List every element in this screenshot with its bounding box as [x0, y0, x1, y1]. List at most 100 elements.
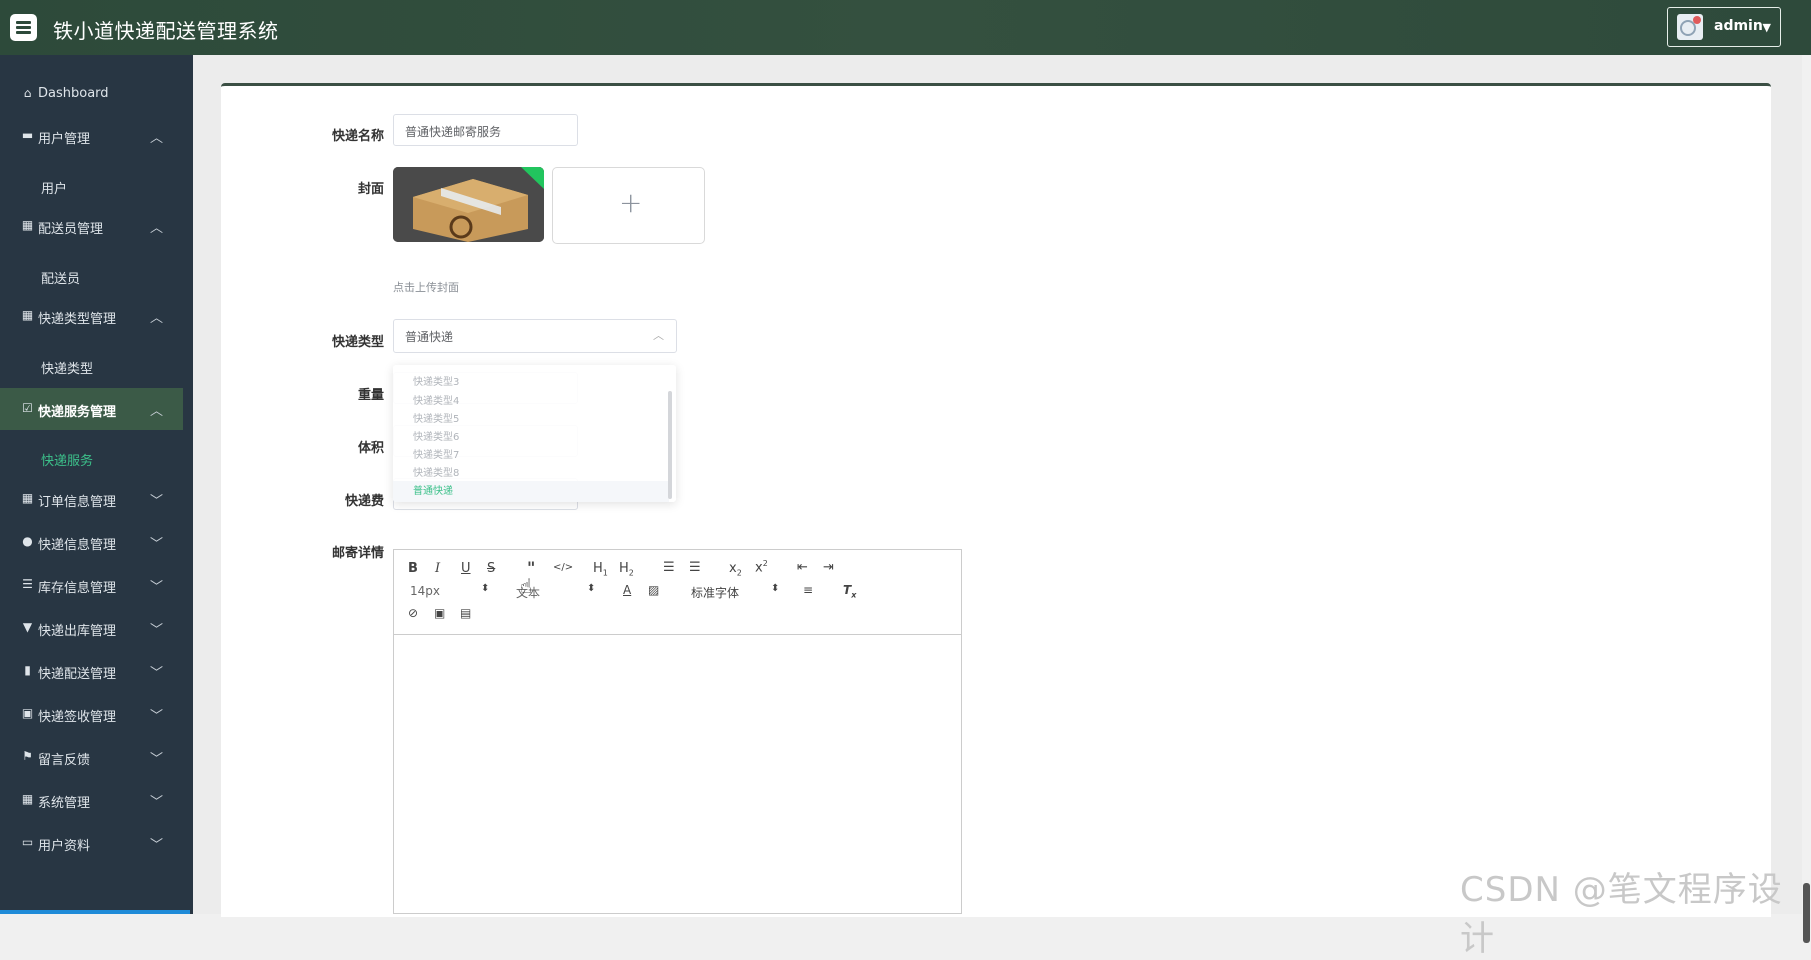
- username: admin: [1714, 18, 1763, 34]
- grid-icon: ▦: [21, 218, 34, 232]
- chevron-up-icon: ︿: [150, 221, 164, 236]
- sidebar-item-label: 用户管理: [38, 132, 91, 147]
- top-bar: 铁小道快递配送管理系统 admin ▼: [0, 0, 1811, 55]
- cover-image[interactable]: [393, 167, 544, 242]
- sidebar-sub-service[interactable]: 快递服务: [41, 450, 93, 469]
- font-size-select[interactable]: 14px: [410, 584, 440, 598]
- image-icon[interactable]: ▣: [434, 606, 445, 620]
- dropdown-option[interactable]: 快递类型7: [413, 446, 459, 461]
- home-icon: ⌂: [23, 86, 32, 100]
- chevron-down-icon: ﹀: [150, 537, 164, 552]
- type-select[interactable]: 普通快递 ︿: [393, 319, 677, 353]
- dropdown-option[interactable]: 快递类型5: [413, 410, 459, 425]
- sidebar-item-label: 快递信息管理: [38, 538, 117, 553]
- bullet-list-icon[interactable]: ☰: [689, 560, 701, 575]
- sidebar-item-label: 留言反馈: [38, 753, 91, 768]
- dropdown-option[interactable]: 快递类型6: [413, 428, 459, 443]
- chevron-down-icon: ﹀: [150, 623, 164, 638]
- code-icon[interactable]: </>: [553, 562, 573, 573]
- align-icon[interactable]: ≡: [803, 583, 813, 597]
- sidebar-item-label: 快递出库管理: [38, 624, 117, 639]
- indent-icon[interactable]: ⇥: [823, 560, 834, 575]
- dropdown-option[interactable]: 快递类型8: [413, 464, 459, 479]
- sidebar-item-user-mgmt[interactable]: ▬ 用户管理 ︿: [0, 115, 183, 157]
- select-arrows-icon: ⬍: [481, 583, 490, 594]
- rich-text-editor: B I U S " </> H1 H2 ☰ ☰ x2 x2 ⇤ ⇥ 14px ⬍…: [393, 549, 962, 914]
- cover-upload-button[interactable]: +: [552, 167, 705, 244]
- sidebar-sub-type[interactable]: 快递类型: [41, 358, 93, 377]
- chevron-down-icon: ﹀: [150, 666, 164, 681]
- sidebar-item-service-mgmt[interactable]: ☑ 快递服务管理 ︿: [0, 388, 183, 430]
- name-input[interactable]: 普通快递邮寄服务: [393, 114, 578, 146]
- ordered-list-icon[interactable]: ☰: [663, 560, 675, 575]
- dropdown-option[interactable]: 快递类型4: [413, 392, 459, 407]
- fee-label: 快递费: [344, 494, 384, 509]
- check-square-icon: ☑: [22, 401, 33, 415]
- h2-icon[interactable]: H2: [619, 561, 634, 578]
- card-icon: ▭: [21, 835, 34, 849]
- sidebar-item-inventory[interactable]: ☰ 库存信息管理 ﹀: [0, 564, 183, 606]
- chevron-up-icon: ︿: [150, 131, 164, 146]
- h1-icon[interactable]: H1: [593, 561, 608, 578]
- sidebar-item-profile[interactable]: ▭ 用户资料 ﹀: [0, 822, 183, 864]
- app-title: 铁小道快递配送管理系统: [53, 19, 279, 43]
- sidebar-item-system[interactable]: ▦ 系统管理 ﹀: [0, 779, 183, 821]
- ticket-icon: ▬: [21, 128, 34, 142]
- cover-hint: 点击上传封面: [393, 281, 459, 294]
- detail-label: 邮寄详情: [331, 546, 384, 561]
- sidebar-item-signing[interactable]: ▣ 快递签收管理 ﹀: [0, 693, 183, 735]
- superscript-icon[interactable]: x2: [755, 559, 768, 575]
- chevron-down-icon: ﹀: [150, 494, 164, 509]
- italic-icon[interactable]: I: [435, 561, 440, 576]
- chevron-down-icon: ﹀: [150, 795, 164, 810]
- sidebar-item-feedback[interactable]: ⚑ 留言反馈 ﹀: [0, 736, 183, 778]
- dropdown-option-selected[interactable]: 普通快递: [413, 482, 453, 497]
- sidebar-item-delivery[interactable]: ▮ 快递配送管理 ﹀: [0, 650, 183, 692]
- sidebar-item-label: 系统管理: [38, 796, 91, 811]
- sidebar-sub-user[interactable]: 用户: [41, 178, 67, 197]
- sidebar-item-outbound[interactable]: ▼ 快递出库管理 ﹀: [0, 607, 183, 649]
- dropdown-scrollbar[interactable]: [668, 391, 672, 499]
- sidebar-progress-bar: [0, 910, 190, 914]
- dropdown-option[interactable]: 快递类型3: [413, 373, 459, 388]
- font-color-icon[interactable]: A: [623, 583, 631, 597]
- cover-label: 封面: [357, 182, 384, 197]
- watermark: CSDN @笔文程序设计: [1460, 870, 1783, 959]
- plus-icon: +: [619, 186, 643, 219]
- grid-icon: ▦: [21, 491, 34, 505]
- type-label: 快递类型: [331, 335, 384, 350]
- sidebar-sub-courier[interactable]: 配送员: [41, 268, 80, 287]
- link-icon[interactable]: ⊘: [408, 606, 418, 620]
- user-menu[interactable]: admin ▼: [1667, 7, 1781, 47]
- video-icon[interactable]: ▤: [460, 606, 471, 620]
- sidebar: ⌂ Dashboard ▬ 用户管理 ︿ 用户 ▦ 配送员管理 ︿ 配送员 ▦ …: [0, 55, 193, 914]
- sidebar-item-dashboard[interactable]: ⌂ Dashboard: [0, 73, 183, 115]
- chevron-up-icon: ︿: [150, 311, 164, 326]
- background-color-icon[interactable]: ▨: [648, 583, 659, 597]
- menu-toggle-icon[interactable]: [10, 14, 37, 41]
- clear-format-icon[interactable]: Tx: [843, 583, 856, 599]
- sidebar-item-order-mgmt[interactable]: ▦ 订单信息管理 ﹀: [0, 478, 183, 520]
- sidebar-item-label: 订单信息管理: [38, 495, 117, 510]
- chevron-up-icon: ︿: [150, 404, 164, 419]
- grid-icon: ▦: [21, 308, 34, 322]
- list-icon: ☰: [22, 577, 33, 591]
- sidebar-item-courier-mgmt[interactable]: ▦ 配送员管理 ︿: [0, 205, 183, 247]
- outdent-icon[interactable]: ⇤: [797, 560, 808, 575]
- volume-label: 体积: [357, 441, 384, 456]
- sidebar-item-express-info[interactable]: ● 快递信息管理 ﹀: [0, 521, 183, 563]
- chevron-down-icon: ﹀: [150, 752, 164, 767]
- chevron-down-icon: ﹀: [150, 709, 164, 724]
- page-scrollbar[interactable]: [1802, 55, 1811, 943]
- grid-icon: ▦: [21, 792, 34, 806]
- subscript-icon[interactable]: x2: [729, 561, 742, 578]
- bold-icon[interactable]: B: [408, 561, 418, 576]
- strike-icon[interactable]: S: [487, 561, 495, 576]
- sidebar-item-type-mgmt[interactable]: ▦ 快递类型管理 ︿: [0, 295, 183, 337]
- underline-icon[interactable]: U: [461, 561, 471, 576]
- sidebar-item-label: Dashboard: [38, 86, 109, 101]
- sidebar-item-label: 快递服务管理: [38, 405, 117, 420]
- user-icon: ●: [22, 534, 33, 548]
- editor-content-area[interactable]: [394, 635, 961, 913]
- font-family-select[interactable]: 标准字体: [691, 584, 739, 601]
